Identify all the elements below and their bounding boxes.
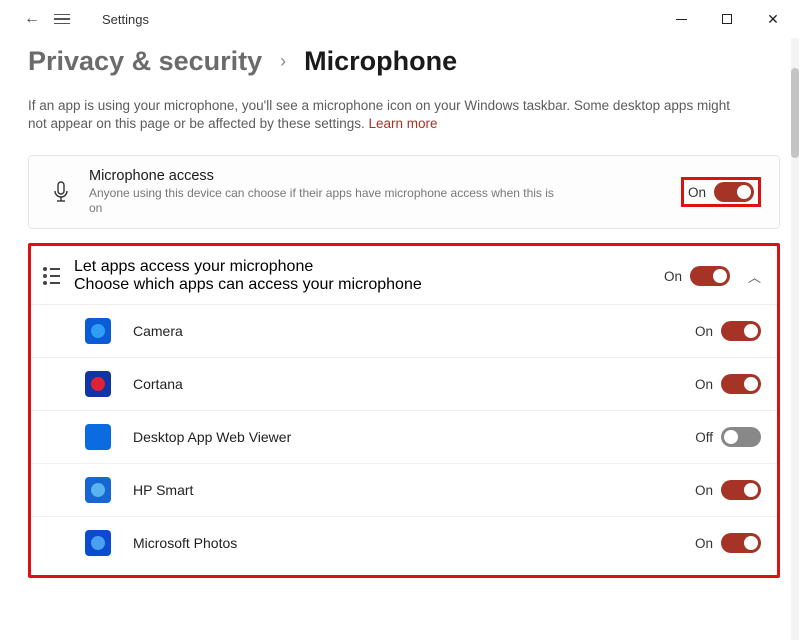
page-title: Microphone: [304, 46, 457, 77]
app-row[interactable]: HP SmartOn: [31, 464, 777, 517]
mic-access-sub: Anyone using this device can choose if t…: [89, 186, 569, 216]
app-icon: [85, 530, 111, 556]
app-state: On: [695, 377, 713, 392]
app-icon: [85, 318, 111, 344]
app-state: On: [695, 483, 713, 498]
microphone-access-card[interactable]: Microphone access Anyone using this devi…: [28, 155, 780, 229]
app-state: Off: [695, 430, 713, 445]
menu-button[interactable]: [54, 14, 70, 25]
apps-access-title: Let apps access your microphone: [74, 258, 664, 276]
list-icon: [43, 267, 60, 285]
chevron-right-icon: ›: [280, 51, 286, 72]
app-toggle[interactable]: [721, 480, 761, 500]
breadcrumb-parent[interactable]: Privacy & security: [28, 46, 262, 77]
mic-access-state: On: [688, 185, 706, 200]
app-icon: [85, 371, 111, 397]
app-name: Microsoft Photos: [133, 535, 695, 551]
app-toggle[interactable]: [721, 374, 761, 394]
apps-access-sub: Choose which apps can access your microp…: [74, 276, 664, 294]
app-row[interactable]: CameraOn: [31, 305, 777, 358]
learn-more-link[interactable]: Learn more: [369, 116, 438, 131]
app-row[interactable]: Desktop App Web ViewerOff: [31, 411, 777, 464]
app-name: Camera: [133, 323, 695, 339]
app-state: On: [695, 536, 713, 551]
apps-access-state: On: [664, 269, 682, 284]
back-button[interactable]: ←: [24, 10, 40, 28]
minimize-button[interactable]: [658, 3, 704, 35]
apps-access-toggle[interactable]: [690, 266, 730, 286]
app-title: Settings: [102, 12, 149, 27]
mic-access-title: Microphone access: [89, 168, 675, 184]
close-button[interactable]: ✕: [750, 3, 796, 35]
microphone-icon: [43, 181, 79, 203]
app-toggle[interactable]: [721, 321, 761, 341]
scrollbar[interactable]: [791, 38, 799, 640]
app-icon: [85, 424, 111, 450]
apps-section-highlight: Let apps access your microphone Choose w…: [28, 243, 780, 578]
app-row[interactable]: CortanaOn: [31, 358, 777, 411]
app-row[interactable]: Microsoft PhotosOn: [31, 517, 777, 569]
app-state: On: [695, 324, 713, 339]
app-toggle[interactable]: [721, 427, 761, 447]
app-name: HP Smart: [133, 482, 695, 498]
highlight-box: On: [681, 177, 761, 207]
breadcrumb: Privacy & security › Microphone: [28, 46, 780, 77]
app-name: Desktop App Web Viewer: [133, 429, 695, 445]
scrollbar-thumb[interactable]: [791, 68, 799, 158]
page-description: If an app is using your microphone, you'…: [28, 97, 748, 133]
app-toggle[interactable]: [721, 533, 761, 553]
app-icon: [85, 477, 111, 503]
mic-access-toggle[interactable]: [714, 182, 754, 202]
maximize-button[interactable]: [704, 3, 750, 35]
chevron-up-icon[interactable]: ︿: [748, 267, 761, 286]
apps-access-header[interactable]: Let apps access your microphone Choose w…: [31, 248, 777, 305]
app-list: CameraOnCortanaOnDesktop App Web ViewerO…: [31, 305, 777, 569]
app-name: Cortana: [133, 376, 695, 392]
